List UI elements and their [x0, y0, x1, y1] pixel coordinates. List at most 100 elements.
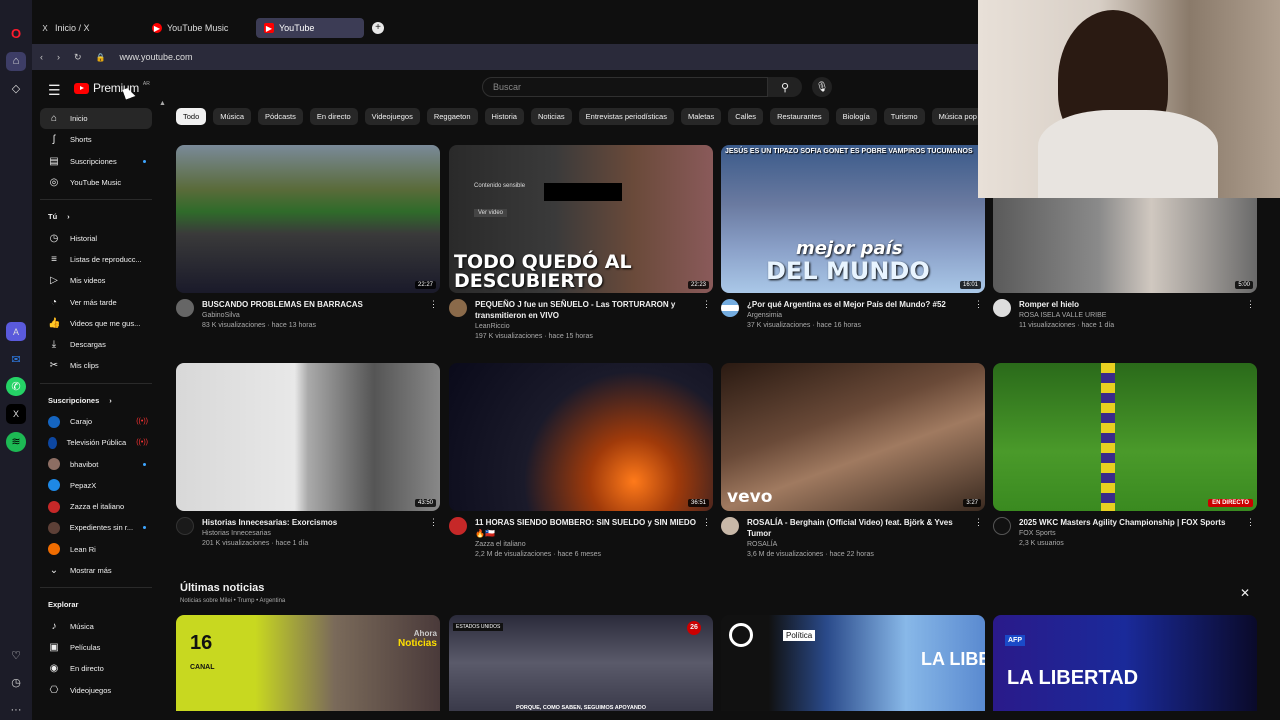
video-title[interactable]: PEQUEÑO J fue un SEÑUELO - Las TORTURARO…	[475, 299, 700, 321]
video-card[interactable]: JESÚS ES UN TIPAZO SOFIA GONET ES POBRE …	[721, 145, 985, 329]
messenger-icon[interactable]: ✉	[6, 349, 26, 369]
chip-restaurantes[interactable]: Restaurantes	[770, 108, 829, 125]
video-title[interactable]: 2025 WKC Masters Agility Championship | …	[1019, 517, 1244, 528]
more-icon[interactable]: ···	[6, 701, 26, 720]
chip-noticias[interactable]: Noticias	[530, 108, 572, 125]
sidebar-item-youtube-music[interactable]: ◎ YouTube Music	[40, 172, 152, 193]
news-card[interactable]: ESTADOS UNIDOS 26 PORQUE, COMO SABEN, SE…	[449, 615, 713, 711]
sidebar-item-en-directo[interactable]: ◉ En directo	[40, 658, 152, 679]
video-title[interactable]: ROSALÍA - Berghain (Official Video) feat…	[747, 517, 972, 539]
chip-turismo[interactable]: Turismo	[883, 108, 925, 125]
url-field[interactable]: www.youtube.com	[120, 52, 193, 62]
channel-avatar[interactable]	[449, 299, 467, 317]
sidebar-sub-tv-publica[interactable]: Televisión Pública ((•))	[40, 432, 152, 453]
video-thumbnail[interactable]: vevo 3:27	[721, 363, 985, 511]
sidebar-item-suscripciones[interactable]: ▤ Suscripciones	[40, 151, 152, 172]
menu-icon[interactable]: ☰	[48, 82, 61, 99]
sidebar-item-shorts[interactable]: ʃ Shorts	[40, 129, 152, 150]
more-options-icon[interactable]: ⋮	[974, 517, 983, 528]
chip-en-directo[interactable]: En directo	[309, 108, 358, 125]
video-thumbnail[interactable]: 43:50	[176, 363, 440, 511]
channel-avatar[interactable]	[449, 517, 467, 535]
channel-name[interactable]: LeanRiccio	[475, 323, 700, 330]
scroll-up-icon[interactable]: ▲	[159, 100, 166, 107]
sidebar-item-descargas[interactable]: ⤓ Descargas	[40, 334, 152, 355]
search-button[interactable]: ⚲	[768, 77, 802, 97]
channel-name[interactable]: ROSA ISELA VALLE URIBE	[1019, 312, 1244, 319]
video-title[interactable]: BUSCANDO PROBLEMAS EN BARRACAS	[202, 299, 427, 310]
spotify-icon[interactable]: ≋	[6, 432, 26, 452]
reload-icon[interactable]: ↻	[74, 52, 82, 63]
video-card[interactable]: vevo 3:27 ROSALÍA - Berghain (Official V…	[721, 363, 985, 558]
chip-biologia[interactable]: Biología	[835, 108, 877, 125]
voice-search-button[interactable]: 🎙	[812, 77, 832, 97]
chip-podcasts[interactable]: Pódcasts	[258, 108, 303, 125]
back-icon[interactable]: ‹	[40, 52, 43, 62]
video-thumbnail[interactable]: JESÚS ES UN TIPAZO SOFIA GONET ES POBRE …	[721, 145, 985, 293]
sidebar-item-me-gusta[interactable]: 👍 Videos que me gus...	[40, 313, 152, 334]
x-icon[interactable]: X	[6, 404, 26, 425]
sidebar-item-peliculas[interactable]: ▣ Películas	[40, 637, 152, 658]
home-icon[interactable]: ⌂	[6, 51, 26, 72]
close-icon[interactable]: ✕	[1240, 586, 1250, 600]
channel-avatar[interactable]	[721, 517, 739, 535]
sidebar-item-inicio[interactable]: ⌂ Inicio	[40, 108, 152, 130]
channel-avatar[interactable]	[721, 299, 739, 317]
tab-youtube-music[interactable]: ▶ YouTube Music	[144, 18, 252, 38]
sidebar-item-musica[interactable]: ♪ Música	[40, 616, 152, 637]
news-card[interactable]: AFP LA LIBERTAD	[993, 615, 1257, 711]
whatsapp-icon[interactable]: ✆	[6, 376, 26, 397]
more-options-icon[interactable]: ⋮	[702, 517, 711, 528]
youtube-logo[interactable]: Premium AR	[74, 81, 150, 95]
video-title[interactable]: ¿Por qué Argentina es el Mejor País del …	[747, 299, 972, 310]
sidebar-sub-carajo[interactable]: Carajo ((•))	[40, 411, 152, 432]
video-card[interactable]: EN DIRECTO 2025 WKC Masters Agility Cham…	[993, 363, 1257, 547]
heart-icon[interactable]: ♡	[6, 645, 26, 665]
video-title[interactable]: 11 HORAS SIENDO BOMBERO: SIN SUELDO y SI…	[475, 517, 700, 539]
chip-musica[interactable]: Música	[213, 108, 252, 125]
sidebar-item-videojuegos[interactable]: ⎔ Videojuegos	[40, 679, 152, 700]
video-card[interactable]: 43:50 Historias Innecesarias: Exorcismos…	[176, 363, 440, 547]
chip-todo[interactable]: Todo	[176, 108, 207, 125]
sidebar-item-ver-mas-tarde[interactable]: ◔ Ver más tarde	[40, 291, 152, 312]
sidebar-item-mis-clips[interactable]: ✂ Mis clips	[40, 355, 152, 376]
chip-historia[interactable]: Historia	[484, 108, 524, 125]
chip-musica-pop[interactable]: Música pop	[931, 108, 984, 125]
channel-name[interactable]: FOX Sports	[1019, 530, 1244, 537]
tab-x[interactable]: X Inicio / X	[32, 18, 140, 38]
channel-name[interactable]: Argensimia	[747, 312, 972, 319]
sidebar-item-mis-videos[interactable]: ▷ Mis videos	[40, 270, 152, 291]
video-thumbnail[interactable]: EN DIRECTO	[993, 363, 1257, 511]
channel-name[interactable]: Zazza el italiano	[475, 541, 700, 548]
channel-name[interactable]: ROSALÍA	[747, 541, 972, 548]
more-options-icon[interactable]: ⋮	[429, 299, 438, 310]
chip-calles[interactable]: Calles	[728, 108, 764, 125]
aria-icon[interactable]: A	[6, 321, 26, 342]
opera-logo-icon[interactable]: O	[6, 24, 26, 44]
more-options-icon[interactable]: ⋮	[1246, 517, 1255, 528]
sidebar-sub-expedientes[interactable]: Expedientes sin r...	[40, 517, 152, 538]
sidebar-sub-bhavibot[interactable]: bhavibot	[40, 453, 152, 474]
news-card[interactable]: 16 CANAL Ahora Noticias	[176, 615, 440, 711]
channel-avatar[interactable]	[176, 299, 194, 317]
channel-avatar[interactable]	[993, 517, 1011, 535]
chip-maletas[interactable]: Maletas	[680, 108, 722, 125]
channel-avatar[interactable]	[176, 517, 194, 535]
show-more-button[interactable]: ⌄ Mostrar más	[40, 560, 152, 581]
channel-name[interactable]: GabinoSilva	[202, 312, 427, 319]
video-card[interactable]: 22:27 BUSCANDO PROBLEMAS EN BARRACAS Gabi…	[176, 145, 440, 329]
video-title[interactable]: Historias Innecesarias: Exorcismos	[202, 517, 427, 528]
more-options-icon[interactable]: ⋮	[702, 299, 711, 310]
tab-youtube[interactable]: ▶ YouTube	[256, 18, 364, 38]
more-options-icon[interactable]: ⋮	[974, 299, 983, 310]
forward-icon[interactable]: ›	[57, 52, 60, 62]
history-icon[interactable]: ◷	[6, 673, 26, 693]
chip-entrevistas[interactable]: Entrevistas periodísticas	[578, 108, 674, 125]
video-thumbnail[interactable]: 22:27	[176, 145, 440, 293]
search-input[interactable]: Buscar	[482, 77, 768, 97]
channel-avatar[interactable]	[993, 299, 1011, 317]
view-video-button[interactable]: Ver video	[474, 209, 508, 217]
sidebar-sub-pepazx[interactable]: PepazX	[40, 475, 152, 496]
video-thumbnail[interactable]: 36:51	[449, 363, 713, 511]
news-card[interactable]: Política LA LIBER	[721, 615, 985, 711]
